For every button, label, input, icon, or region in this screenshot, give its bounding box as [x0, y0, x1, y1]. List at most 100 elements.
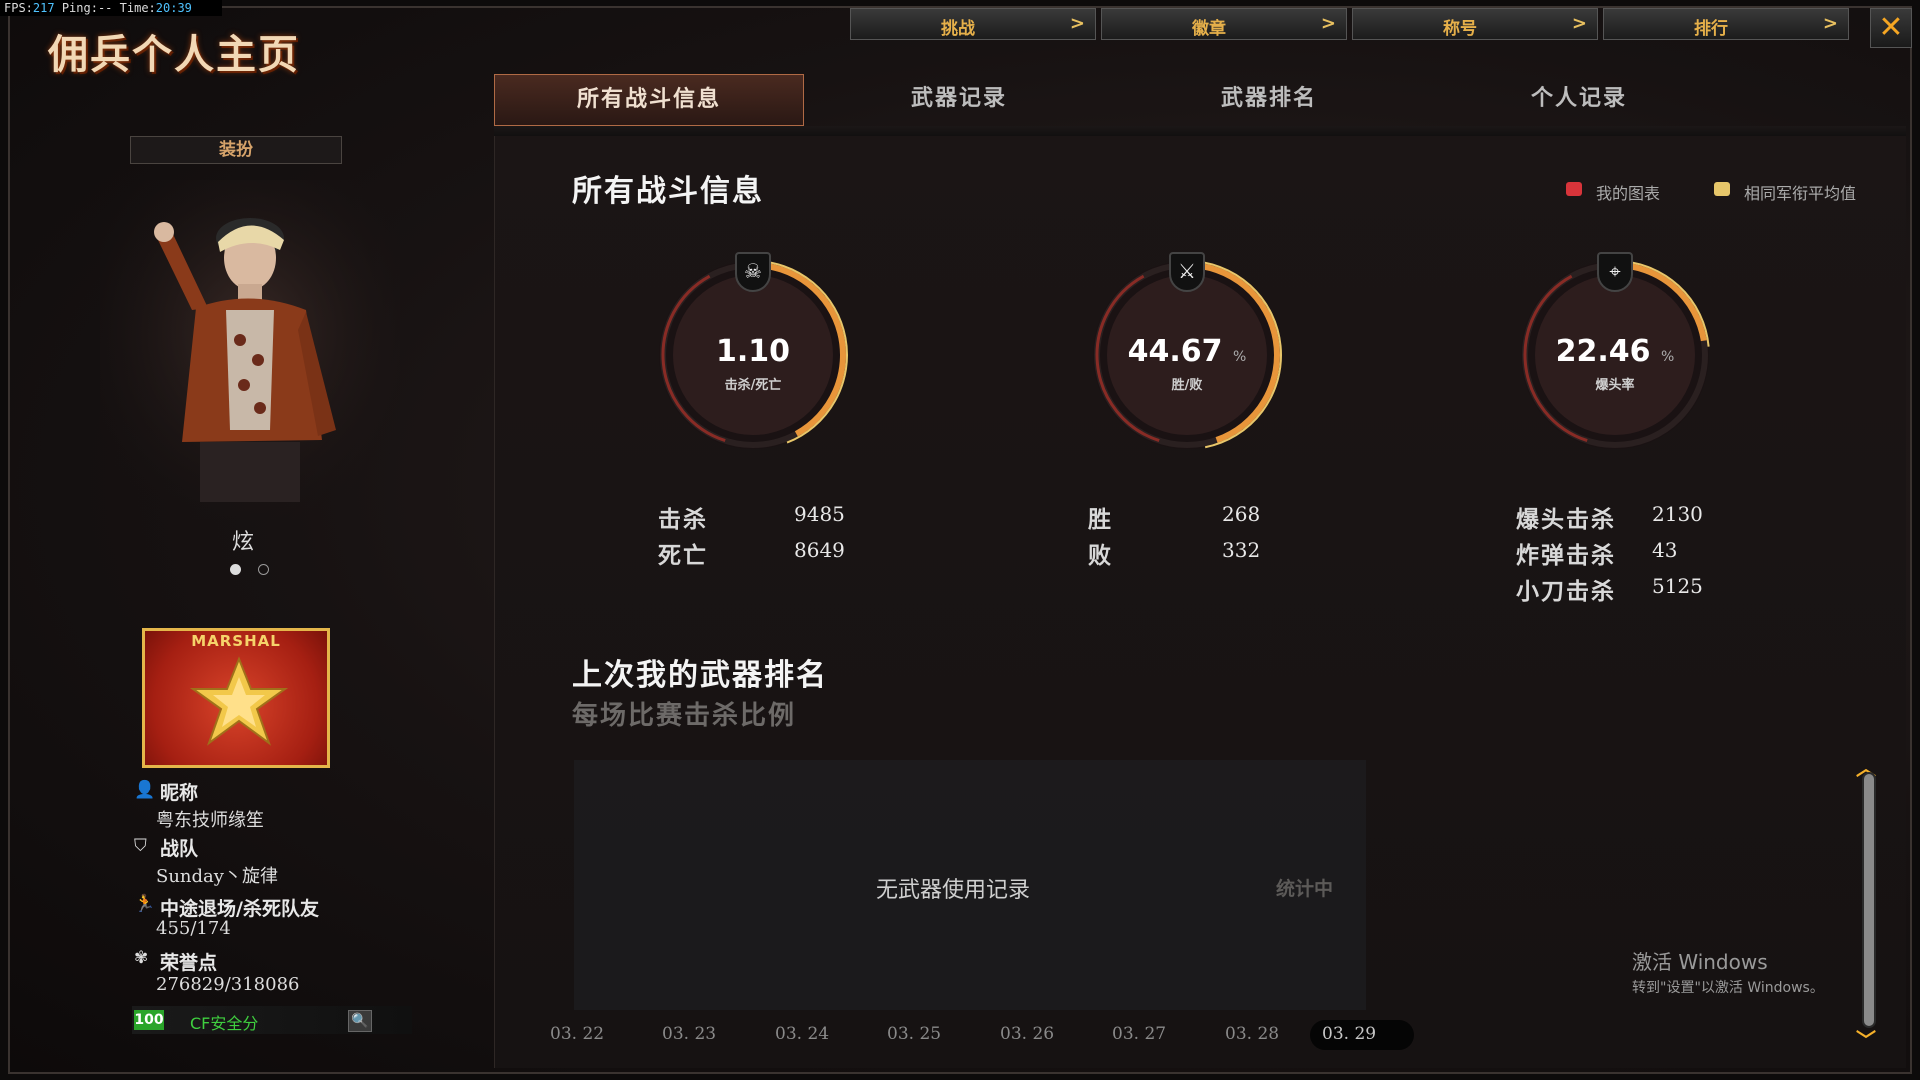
crosshair-icon: ⌖: [1597, 252, 1633, 292]
date-item[interactable]: 03. 24: [775, 1024, 829, 1044]
skull-icon: ☠: [735, 252, 771, 292]
crossed-swords-icon: ⚔: [1169, 252, 1205, 292]
nav-ranking-button[interactable]: 排行 >: [1603, 8, 1849, 40]
nav-label: 排行: [1694, 19, 1728, 39]
losses-label: 败: [1088, 543, 1113, 569]
kd-sublabel: 击杀/死亡: [724, 378, 782, 393]
nav-badge-button[interactable]: 徽章 >: [1101, 8, 1347, 40]
search-icon[interactable]: 🔍: [348, 1010, 372, 1032]
knife-kills-value: 5125: [1652, 574, 1703, 598]
section-title: 所有战斗信息: [572, 174, 764, 209]
leave-teamkill-label: 中途退场/杀死队友: [160, 898, 319, 920]
date-item[interactable]: 03. 25: [887, 1024, 941, 1044]
headshot-kills-label: 爆头击杀: [1516, 507, 1616, 533]
chevron-right-icon: >: [1571, 13, 1587, 34]
carousel-dot-2[interactable]: [258, 564, 269, 575]
honor-points-label: 荣誉点: [160, 952, 218, 974]
wins-label: 胜: [1088, 507, 1113, 533]
kd-value: 1.10: [715, 334, 791, 369]
time-value: 20:39: [155, 1, 192, 15]
rank-text: MARSHAL: [191, 632, 281, 650]
carousel-dot-1[interactable]: [230, 564, 241, 575]
badge-icon: ✾: [134, 948, 149, 968]
shield-icon: ⛉: [134, 836, 147, 856]
kills-label: 击杀: [658, 507, 708, 533]
losses-value: 332: [1222, 538, 1261, 562]
time-label: Time:: [119, 1, 156, 15]
person-icon: 👤: [134, 780, 156, 800]
fps-value: 217: [32, 1, 55, 15]
safety-score: 100: [134, 1010, 164, 1030]
nickname-label: 昵称: [160, 782, 199, 804]
date-item[interactable]: 03. 27: [1112, 1024, 1166, 1044]
wins-value: 268: [1222, 502, 1261, 526]
weapon-ranking-subtitle: 每场比赛击杀比例: [572, 701, 797, 731]
legend-swatch-average: [1714, 182, 1730, 196]
ping-label: Ping:: [61, 1, 98, 15]
tab-weapon-ranking[interactable]: 武器排名: [1114, 74, 1424, 126]
kills-value: 9485: [794, 502, 845, 526]
scroll-down-icon[interactable]: ﹀: [1856, 1024, 1876, 1053]
counting-text: 统计中: [1276, 878, 1334, 900]
headshot-kills-value: 2130: [1652, 502, 1703, 526]
tab-all-battle-info[interactable]: 所有战斗信息: [494, 74, 804, 126]
leave-teamkill-value: 455/174: [156, 918, 231, 939]
date-item[interactable]: 03. 28: [1225, 1024, 1279, 1044]
date-item-selected[interactable]: 03. 29: [1322, 1024, 1376, 1044]
safety-label: CF安全分: [190, 1014, 259, 1033]
rank-badge: MARSHAL: [142, 628, 330, 768]
watermark-line1: 激活 Windows: [1632, 950, 1768, 974]
deaths-value: 8649: [794, 538, 845, 562]
ping-value: --: [97, 1, 113, 15]
star-icon: [189, 656, 289, 746]
chevron-right-icon: >: [1069, 13, 1085, 34]
tab-weapon-records[interactable]: 武器记录: [804, 74, 1114, 126]
winrate-unit: %: [1233, 349, 1247, 365]
character-avatar[interactable]: [100, 180, 400, 520]
headshot-value: 22.46: [1555, 334, 1651, 369]
close-button[interactable]: ✕: [1870, 8, 1912, 48]
legend-swatch-mine: [1566, 182, 1582, 196]
chevron-right-icon: >: [1320, 13, 1336, 34]
headshot-sublabel: 爆头率: [1595, 378, 1635, 393]
gauge-winrate: ⚔ 44.67 % 胜/败: [1082, 250, 1292, 460]
watermark-line2: 转到"设置"以激活 Windows。: [1632, 980, 1824, 996]
gauge-headshot: ⌖ 22.46 % 爆头率: [1510, 250, 1720, 460]
date-item[interactable]: 03. 26: [1000, 1024, 1054, 1044]
dress-up-button[interactable]: 装扮: [130, 136, 342, 164]
page-title: 佣兵个人主页: [48, 32, 300, 78]
nav-title-button[interactable]: 称号 >: [1352, 8, 1598, 40]
grenade-kills-value: 43: [1652, 538, 1678, 562]
chevron-right-icon: >: [1822, 13, 1838, 34]
avatar-caption: 炫: [232, 530, 255, 555]
clan-value[interactable]: Sunday丶旋律: [156, 862, 278, 888]
fps-overlay: FPS:217 Ping:-- Time:20:39: [0, 0, 222, 16]
tab-personal-records[interactable]: 个人记录: [1424, 74, 1734, 126]
fps-label: FPS:: [4, 1, 33, 15]
honor-points-value: 276829/318086: [156, 974, 300, 995]
scrollbar-thumb[interactable]: [1864, 774, 1874, 1026]
legend-mine: 我的图表: [1596, 184, 1661, 203]
tab-divider: [494, 126, 1906, 136]
nav-label: 徽章: [1192, 19, 1226, 39]
winrate-value: 44.67: [1127, 334, 1223, 369]
headshot-unit: %: [1661, 349, 1675, 365]
nav-label: 挑战: [941, 19, 975, 39]
nickname-value: 粤东技师缘笙: [156, 810, 264, 831]
weapon-ranking-title: 上次我的武器排名: [572, 658, 828, 693]
clan-label: 战队: [160, 838, 199, 860]
grenade-kills-label: 炸弹击杀: [1516, 543, 1616, 569]
running-icon: 🏃: [134, 894, 156, 914]
gauge-kd: ☠ 1.10 击杀/死亡: [648, 250, 858, 460]
deaths-label: 死亡: [658, 543, 708, 569]
no-weapon-record-text: 无武器使用记录: [876, 878, 1031, 903]
close-icon: ✕: [1878, 10, 1904, 45]
legend-average: 相同军衔平均值: [1744, 184, 1857, 203]
date-item[interactable]: 03. 23: [662, 1024, 716, 1044]
nav-label: 称号: [1443, 19, 1477, 39]
nav-challenge-button[interactable]: 挑战 >: [850, 8, 1096, 40]
windows-activation-watermark: 激活 Windows 转到"设置"以激活 Windows。: [1632, 946, 1824, 997]
date-item[interactable]: 03. 22: [550, 1024, 604, 1044]
winrate-sublabel: 胜/败: [1171, 378, 1203, 393]
knife-kills-label: 小刀击杀: [1516, 579, 1616, 605]
